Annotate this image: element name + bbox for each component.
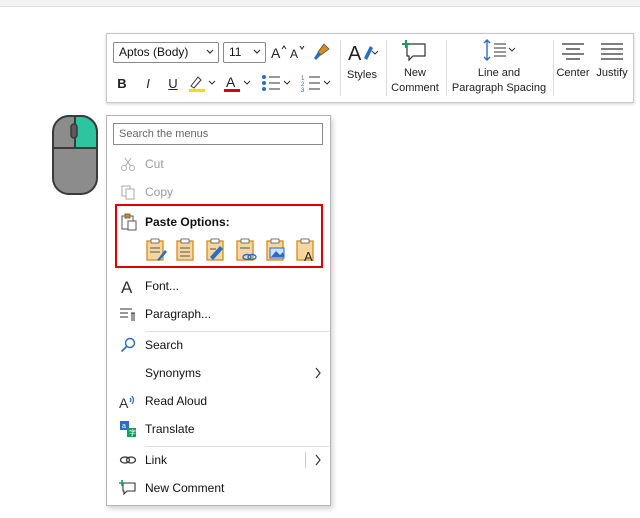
menu-item-paragraph[interactable]: Paragraph... xyxy=(107,301,330,327)
svg-text:A: A xyxy=(119,395,129,410)
paste-text-only-icon[interactable]: A xyxy=(295,238,317,262)
copy-label: Copy xyxy=(145,185,174,199)
svg-text:3: 3 xyxy=(301,88,305,93)
new-comment-label: New Comment xyxy=(145,481,225,495)
paste-merge-formatting-icon[interactable] xyxy=(175,238,197,262)
paste-destination-style-icon[interactable] xyxy=(205,238,227,262)
line-spacing-button[interactable]: Line and Paragraph Spacing xyxy=(447,38,551,96)
new-comment-icon xyxy=(119,479,137,497)
menu-item-font[interactable]: A Font... xyxy=(107,273,330,299)
menu-item-translate[interactable]: a字 Translate xyxy=(107,416,330,442)
bullets-button[interactable] xyxy=(259,72,293,94)
justify-icon xyxy=(601,43,623,60)
new-comment-button[interactable]: New Comment xyxy=(387,38,443,96)
bullet-list-icon xyxy=(262,75,291,91)
context-menu: Search the menus Cut Copy Paste Options:… xyxy=(106,115,331,506)
styles-button[interactable]: A Styles xyxy=(344,38,380,83)
align-center-icon xyxy=(562,43,584,60)
font-color-icon: A xyxy=(224,74,251,92)
font-name-value: Aptos (Body) xyxy=(119,45,189,59)
chevron-right-icon[interactable] xyxy=(314,454,322,466)
paste-keep-source-formatting-icon[interactable] xyxy=(145,238,167,262)
center-label: Center xyxy=(556,67,590,79)
paragraph-icon xyxy=(119,305,137,323)
paste-link-icon[interactable] xyxy=(235,238,257,262)
format-painter-button[interactable] xyxy=(311,41,333,63)
paragraph-label: Paragraph... xyxy=(145,307,212,321)
line-spacing-icon xyxy=(483,39,516,61)
new-comment-icon xyxy=(402,40,426,62)
format-painter-icon xyxy=(314,43,330,60)
cut-label: Cut xyxy=(145,157,164,171)
menu-item-new-comment[interactable]: New Comment xyxy=(107,475,330,501)
clipboard-icon xyxy=(121,213,137,234)
line-spacing-label-line2: Paragraph Spacing xyxy=(451,82,547,94)
italic-button[interactable]: I xyxy=(137,72,159,94)
numbering-button[interactable]: 123 xyxy=(299,72,333,94)
shrink-font-button[interactable]: A xyxy=(289,42,307,62)
menu-item-copy[interactable]: Copy xyxy=(107,179,330,205)
split-divider xyxy=(305,452,306,468)
font-label: Font... xyxy=(145,279,180,293)
menu-item-search[interactable]: Search xyxy=(107,332,330,358)
styles-icon: A xyxy=(348,43,378,65)
chevron-down-icon xyxy=(206,49,214,54)
search-icon xyxy=(119,336,137,354)
paste-options-title: Paste Options: xyxy=(145,215,230,229)
document-top-strip xyxy=(0,0,640,7)
underline-button[interactable]: U xyxy=(162,72,184,94)
scissors-icon xyxy=(119,155,137,173)
font-name-combo[interactable]: Aptos (Body) xyxy=(113,42,219,63)
new-comment-label-line1: New xyxy=(403,67,426,79)
font-size-value: 11 xyxy=(229,45,242,59)
center-button[interactable]: Center xyxy=(554,38,592,81)
svg-text:A: A xyxy=(226,74,236,90)
font-size-combo[interactable]: 11 xyxy=(223,42,266,63)
read-aloud-label: Read Aloud xyxy=(145,394,208,408)
chevron-down-icon xyxy=(253,49,261,54)
styles-label: Styles xyxy=(347,69,377,81)
svg-text:a: a xyxy=(122,423,126,430)
bold-button[interactable]: B xyxy=(111,72,133,94)
translate-label: Translate xyxy=(145,422,195,436)
font-icon: A xyxy=(119,277,137,295)
svg-text:A: A xyxy=(348,43,362,65)
menu-item-read-aloud[interactable]: A Read Aloud xyxy=(107,388,330,414)
copy-icon xyxy=(119,183,137,201)
search-menus-input[interactable]: Search the menus xyxy=(113,123,323,145)
mouse-icon xyxy=(52,115,98,195)
search-label: Search xyxy=(145,338,184,352)
highlighter-icon xyxy=(189,76,216,92)
synonyms-label: Synonyms xyxy=(145,366,202,380)
paste-picture-icon[interactable] xyxy=(265,238,287,262)
grow-font-icon: A xyxy=(271,45,287,61)
svg-text:A: A xyxy=(304,249,313,262)
justify-button[interactable]: Justify xyxy=(594,38,630,81)
menu-item-synonyms[interactable]: Synonyms xyxy=(107,360,330,386)
read-aloud-icon: A xyxy=(119,392,137,410)
line-spacing-label-line1: Line and xyxy=(477,67,521,79)
menu-item-cut[interactable]: Cut xyxy=(107,151,330,177)
link-icon xyxy=(119,451,137,469)
svg-text:A: A xyxy=(290,47,298,61)
svg-text:A: A xyxy=(271,45,281,61)
toolbar-divider xyxy=(340,40,341,96)
highlight-button[interactable] xyxy=(186,72,218,94)
svg-text:A: A xyxy=(121,278,133,295)
font-color-button[interactable]: A xyxy=(221,72,253,94)
menu-item-link[interactable]: Link xyxy=(107,447,330,473)
numbered-list-icon: 123 xyxy=(301,76,331,93)
mini-toolbar: Aptos (Body) 11 A A B I U A 123 A Styles… xyxy=(106,33,634,103)
shrink-font-icon: A xyxy=(290,45,305,61)
new-comment-label-line2: Comment xyxy=(391,82,439,94)
link-label: Link xyxy=(145,453,168,467)
svg-text:字: 字 xyxy=(129,428,136,437)
grow-font-button[interactable]: A xyxy=(270,42,288,62)
chevron-right-icon xyxy=(315,367,321,379)
justify-label: Justify xyxy=(596,67,628,79)
translate-icon: a字 xyxy=(119,420,137,438)
